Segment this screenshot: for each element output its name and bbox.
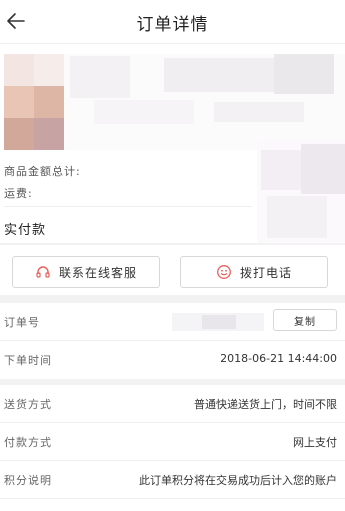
page-title: 订单详情 [136, 15, 209, 35]
payment-label: 付款方式 [4, 436, 52, 449]
delivery-value: 普通快递送货上门，时间不限 [194, 398, 337, 411]
price-blurred [257, 140, 345, 244]
delivery-row: 送货方式 普通快递送货上门，时间不限 [0, 385, 345, 423]
order-time-row: 下单时间 2018-06-21 14:44:00 [0, 341, 345, 379]
order-time-value: 2018-06-21 14:44:00 [220, 352, 337, 365]
smile-icon [217, 265, 231, 279]
call-phone-label: 拨打电话 [239, 265, 292, 280]
order-number-blurred [172, 313, 264, 331]
goods-total-label: 商品金额总计: [4, 165, 81, 178]
call-phone-button[interactable]: 拨打电话 [180, 256, 328, 288]
product-info[interactable] [0, 44, 345, 154]
order-number-label: 订单号 [4, 316, 40, 329]
copy-button[interactable]: 复制 [273, 309, 337, 331]
section-gap [0, 295, 345, 303]
product-details-blurred [64, 54, 345, 150]
headset-icon [36, 266, 50, 278]
product-thumbnail[interactable] [4, 54, 64, 150]
delivery-label: 送货方式 [4, 398, 52, 411]
order-time-label: 下单时间 [4, 354, 52, 367]
top-bar: 订单详情 [0, 0, 345, 44]
summary-divider [4, 206, 252, 207]
payment-row: 付款方式 网上支付 [0, 423, 345, 461]
points-value: 此订单积分将在交易成功后计入您的账户 [139, 474, 337, 487]
contact-actions: 联系在线客服 拨打电话 [0, 245, 345, 295]
payment-value: 网上支付 [293, 436, 337, 449]
shipping-label: 运费: [4, 187, 33, 200]
actual-paid-label: 实付款 [4, 223, 47, 238]
online-service-label: 联系在线客服 [58, 265, 137, 280]
points-label: 积分说明 [4, 474, 52, 487]
points-row: 积分说明 此订单积分将在交易成功后计入您的账户 [0, 461, 345, 499]
row-divider [0, 498, 345, 499]
online-service-button[interactable]: 联系在线客服 [12, 256, 160, 288]
order-number-row: 订单号 复制 [0, 303, 345, 341]
